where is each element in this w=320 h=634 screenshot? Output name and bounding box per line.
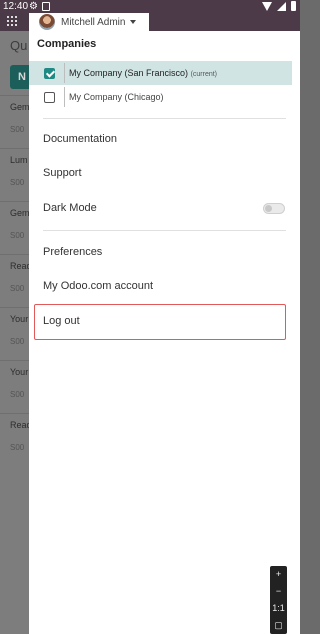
background-row-title: Your: [10, 367, 29, 377]
zoom-in-button[interactable]: +: [270, 566, 287, 583]
background-row-title: Your: [10, 314, 29, 324]
user-name: Mitchell Admin: [61, 16, 126, 28]
company-checkbox[interactable]: [44, 91, 55, 103]
background-row-sub: S00: [10, 337, 25, 346]
background-row-title: Lum: [10, 155, 28, 165]
divider: [64, 87, 65, 107]
background-row-sub: S00: [10, 125, 25, 134]
user-menu-panel: Mitchell Admin Companies My Company (San…: [29, 13, 300, 634]
menu-divider: [43, 118, 286, 119]
background-row-sub: S00: [10, 178, 25, 187]
company-name-text: My Company (Chicago): [69, 92, 164, 102]
company-name-text: My Company (San Francisco): [69, 68, 189, 78]
signal-icon: [277, 1, 286, 11]
logout-link[interactable]: Log out: [43, 315, 80, 327]
status-time: 12:40: [3, 1, 29, 12]
battery-icon: [291, 1, 296, 11]
support-link[interactable]: Support: [43, 167, 82, 179]
caret-down-icon: [130, 20, 137, 24]
preferences-link[interactable]: Preferences: [43, 246, 102, 258]
dark-mode-label: Dark Mode: [43, 202, 97, 214]
background-row-sub: S00: [10, 443, 25, 452]
apps-grid-icon: [7, 16, 17, 26]
menu-divider: [43, 230, 286, 231]
documentation-link[interactable]: Documentation: [43, 133, 117, 145]
background-title: Qu: [10, 38, 28, 53]
wifi-icon: [262, 1, 272, 11]
fullscreen-icon[interactable]: ▢: [270, 617, 287, 634]
background-row-sub: S00: [10, 284, 25, 293]
background-row-sub: S00: [10, 390, 25, 399]
company-checkbox-checked[interactable]: [44, 67, 55, 79]
company-item-san-francisco[interactable]: My Company (San Francisco) (current): [29, 61, 292, 85]
companies-heading: Companies: [37, 38, 97, 50]
settings-icon: ⚙: [29, 1, 38, 12]
company-name: My Company (San Francisco) (current): [69, 68, 217, 78]
current-company-label: (current): [190, 71, 218, 78]
background-row-title: Gem: [10, 208, 30, 218]
notification-icon: [42, 2, 50, 11]
zoom-out-button[interactable]: −: [270, 583, 287, 600]
background-row-title: Gem: [10, 102, 30, 112]
zoom-reset-button[interactable]: 1:1: [270, 600, 287, 617]
zoom-controls: + − 1:1 ▢: [270, 566, 287, 634]
status-bar: 12:40 ⚙: [0, 0, 300, 13]
navbar-band: [149, 13, 300, 31]
company-name: My Company (Chicago): [69, 92, 164, 102]
user-menu-toggle[interactable]: Mitchell Admin: [29, 13, 149, 31]
background-row-sub: S00: [10, 231, 25, 240]
odoo-account-link[interactable]: My Odoo.com account: [43, 280, 153, 292]
avatar: [39, 14, 55, 30]
divider: [64, 63, 65, 83]
dark-mode-toggle[interactable]: [263, 203, 285, 214]
company-item-chicago[interactable]: My Company (Chicago): [29, 85, 292, 109]
